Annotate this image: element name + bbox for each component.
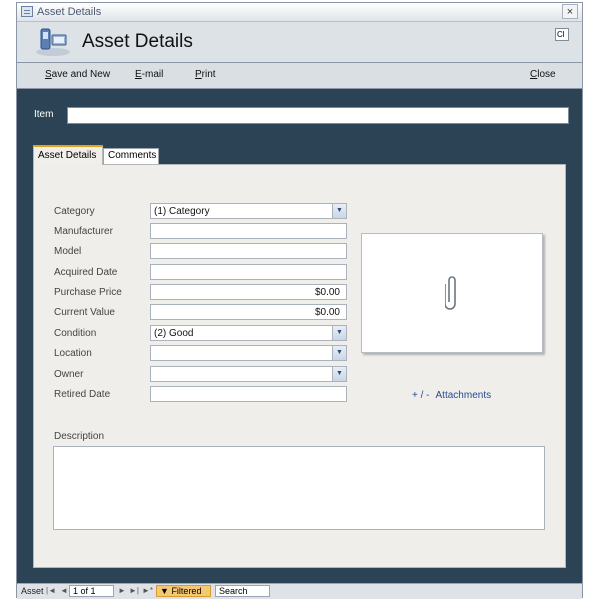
condition-label: Condition bbox=[54, 328, 97, 339]
form-body: Item Asset Details Comments Category (1)… bbox=[17, 89, 582, 583]
category-value: (1) Category bbox=[154, 206, 210, 217]
title-bar: Asset Details × bbox=[17, 3, 582, 22]
chevron-down-icon[interactable]: ▼ bbox=[332, 204, 346, 218]
manufacturer-field[interactable] bbox=[150, 223, 347, 239]
asset-details-panel: Category (1) Category ▼ Manufacturer Mod… bbox=[33, 164, 566, 568]
category-label: Category bbox=[54, 206, 95, 217]
acquired-date-field[interactable] bbox=[150, 264, 347, 280]
model-label: Model bbox=[54, 246, 82, 257]
window-close-button[interactable]: × bbox=[562, 4, 578, 19]
current-value-field[interactable]: $0.00 bbox=[150, 304, 347, 320]
chevron-down-icon[interactable]: ▼ bbox=[332, 367, 346, 381]
record-navigation-bar: Asset |◄ ◄ 1 of 1 ► ►| ►* ▼ Filtered Sea… bbox=[17, 583, 582, 599]
current-record-field[interactable]: 1 of 1 bbox=[69, 585, 114, 597]
retired-date-field[interactable] bbox=[150, 386, 347, 402]
item-label: Item bbox=[34, 109, 54, 120]
form-header: Asset Details bbox=[17, 22, 582, 62]
tab-asset-details[interactable]: Asset Details bbox=[33, 145, 103, 165]
filter-icon: ▼ bbox=[160, 586, 169, 596]
search-input[interactable]: Search bbox=[215, 585, 270, 597]
previous-record-button[interactable]: ◄ bbox=[60, 586, 68, 595]
owner-label: Owner bbox=[54, 369, 84, 380]
print-button[interactable]: Print bbox=[195, 69, 216, 80]
current-value-label: Current Value bbox=[54, 307, 115, 318]
save-and-new-button[interactable]: Save and New bbox=[45, 69, 110, 80]
form-icon bbox=[21, 6, 33, 17]
location-dropdown[interactable]: ▼ bbox=[150, 345, 347, 361]
attachments-link[interactable]: + / - Attachments bbox=[412, 390, 491, 401]
model-field[interactable] bbox=[150, 243, 347, 259]
acquired-date-label: Acquired Date bbox=[54, 267, 118, 278]
first-record-button[interactable]: |◄ bbox=[46, 586, 56, 595]
tab-comments[interactable]: Comments bbox=[103, 148, 159, 164]
description-field[interactable] bbox=[53, 446, 545, 530]
asset-details-window: Asset Details × Asset Details Save and N… bbox=[16, 2, 583, 599]
description-label: Description bbox=[54, 431, 105, 442]
new-record-button[interactable]: ►* bbox=[142, 586, 153, 595]
email-button[interactable]: E-mail bbox=[135, 69, 163, 80]
category-dropdown[interactable]: (1) Category ▼ bbox=[150, 203, 347, 219]
ribbon-close-fragment[interactable]: Cl bbox=[555, 28, 569, 41]
filtered-toggle[interactable]: ▼ Filtered bbox=[156, 585, 211, 597]
form-title: Asset Details bbox=[82, 31, 193, 52]
paperclip-icon bbox=[445, 276, 456, 310]
attachment-box[interactable] bbox=[361, 233, 543, 353]
owner-dropdown[interactable]: ▼ bbox=[150, 366, 347, 382]
purchase-price-field[interactable]: $0.00 bbox=[150, 284, 347, 300]
close-button[interactable]: Close bbox=[530, 69, 556, 80]
purchase-price-label: Purchase Price bbox=[54, 287, 122, 298]
condition-dropdown[interactable]: (2) Good ▼ bbox=[150, 325, 347, 341]
next-record-button[interactable]: ► bbox=[118, 586, 126, 595]
form-toolbar: Save and New E-mail Print Close bbox=[17, 62, 582, 89]
last-record-button[interactable]: ►| bbox=[129, 586, 139, 595]
condition-value: (2) Good bbox=[154, 328, 194, 339]
record-label: Asset bbox=[21, 586, 44, 596]
window-title: Asset Details bbox=[37, 6, 102, 18]
location-label: Location bbox=[54, 348, 92, 359]
manufacturer-label: Manufacturer bbox=[54, 226, 113, 237]
item-field[interactable] bbox=[67, 107, 569, 124]
chevron-down-icon[interactable]: ▼ bbox=[332, 326, 346, 340]
chevron-down-icon[interactable]: ▼ bbox=[332, 346, 346, 360]
retired-date-label: Retired Date bbox=[54, 389, 111, 400]
asset-devices-icon bbox=[36, 28, 70, 56]
